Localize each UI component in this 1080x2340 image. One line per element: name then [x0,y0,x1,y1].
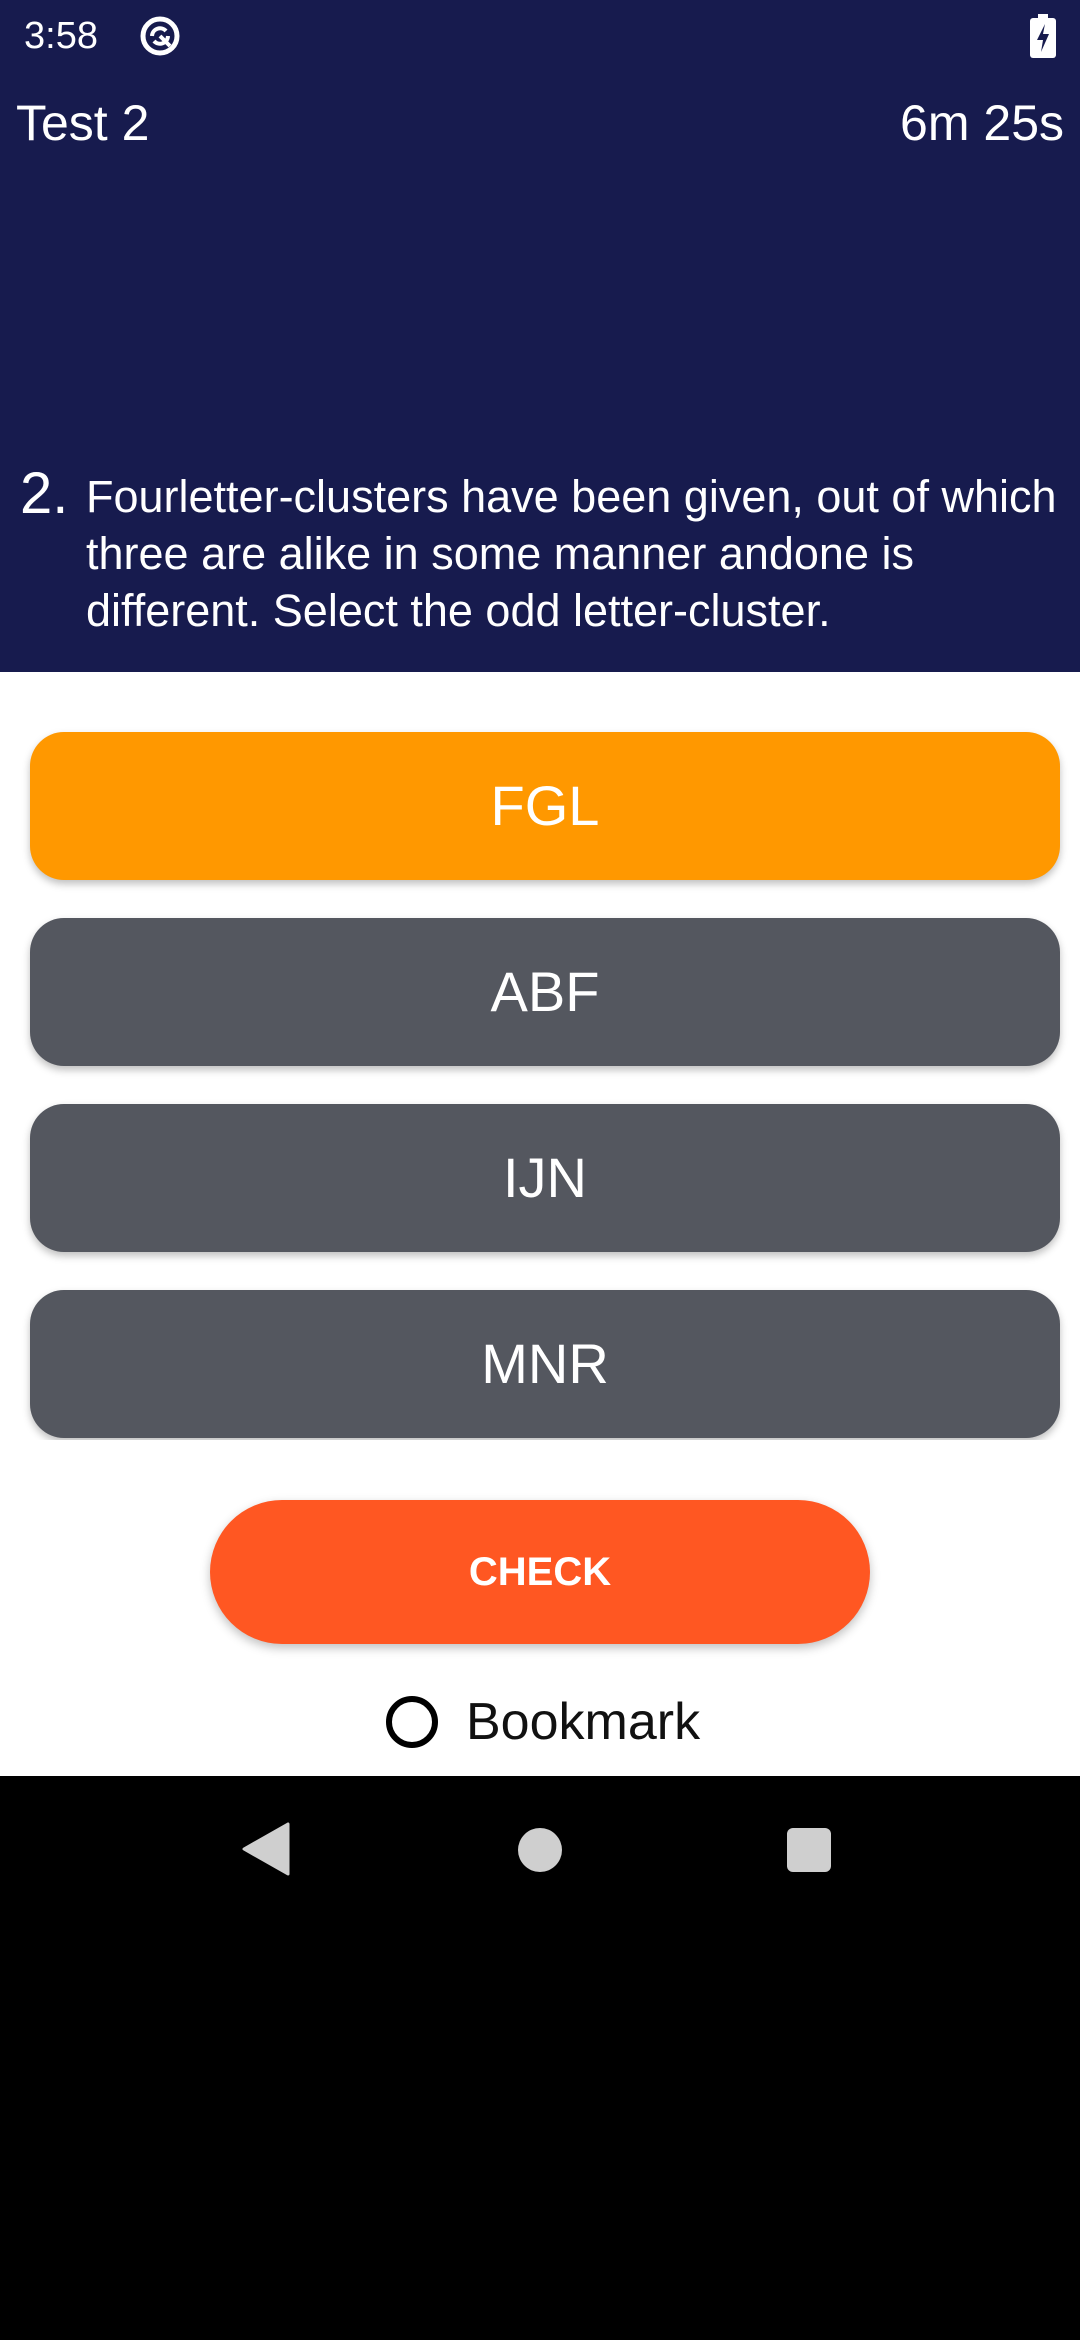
check-button[interactable]: CHECK [210,1500,870,1644]
option-button[interactable]: ABF [30,918,1060,1066]
navigation-bar [0,1776,1080,1920]
sync-app-icon [140,16,180,56]
battery-charging-icon [1030,14,1056,58]
status-bar: 3:58 [0,0,1080,72]
countdown-timer: 6m 25s [900,95,1064,151]
options-list: FGL ABF IJN MNR [0,672,1080,1440]
home-circle-icon[interactable] [518,1828,562,1872]
question-number: 2. [20,461,69,526]
option-button[interactable]: MNR [30,1290,1060,1438]
option-button[interactable]: IJN [30,1104,1060,1252]
option-button[interactable]: FGL [30,732,1060,880]
recents-square-icon[interactable] [787,1828,831,1872]
back-triangle-icon[interactable] [240,1822,290,1876]
status-time: 3:58 [24,15,98,57]
question-header: 3:58 Test 2 6m 25s 2. Fourletter-cluster… [0,0,1080,672]
bookmark-label: Bookmark [466,1693,701,1751]
app-bar: Test 2 6m 25s [0,88,1080,158]
quiz-screen: 3:58 Test 2 6m 25s 2. Fourletter-cluster… [0,0,1080,2340]
question-text: Fourletter-clusters have been given, out… [86,471,1057,636]
test-title: Test 2 [16,95,150,151]
bookmark-radio-icon[interactable] [386,1696,438,1748]
answer-area: FGL ABF IJN MNR CHECK Bookmark [0,672,1080,1776]
